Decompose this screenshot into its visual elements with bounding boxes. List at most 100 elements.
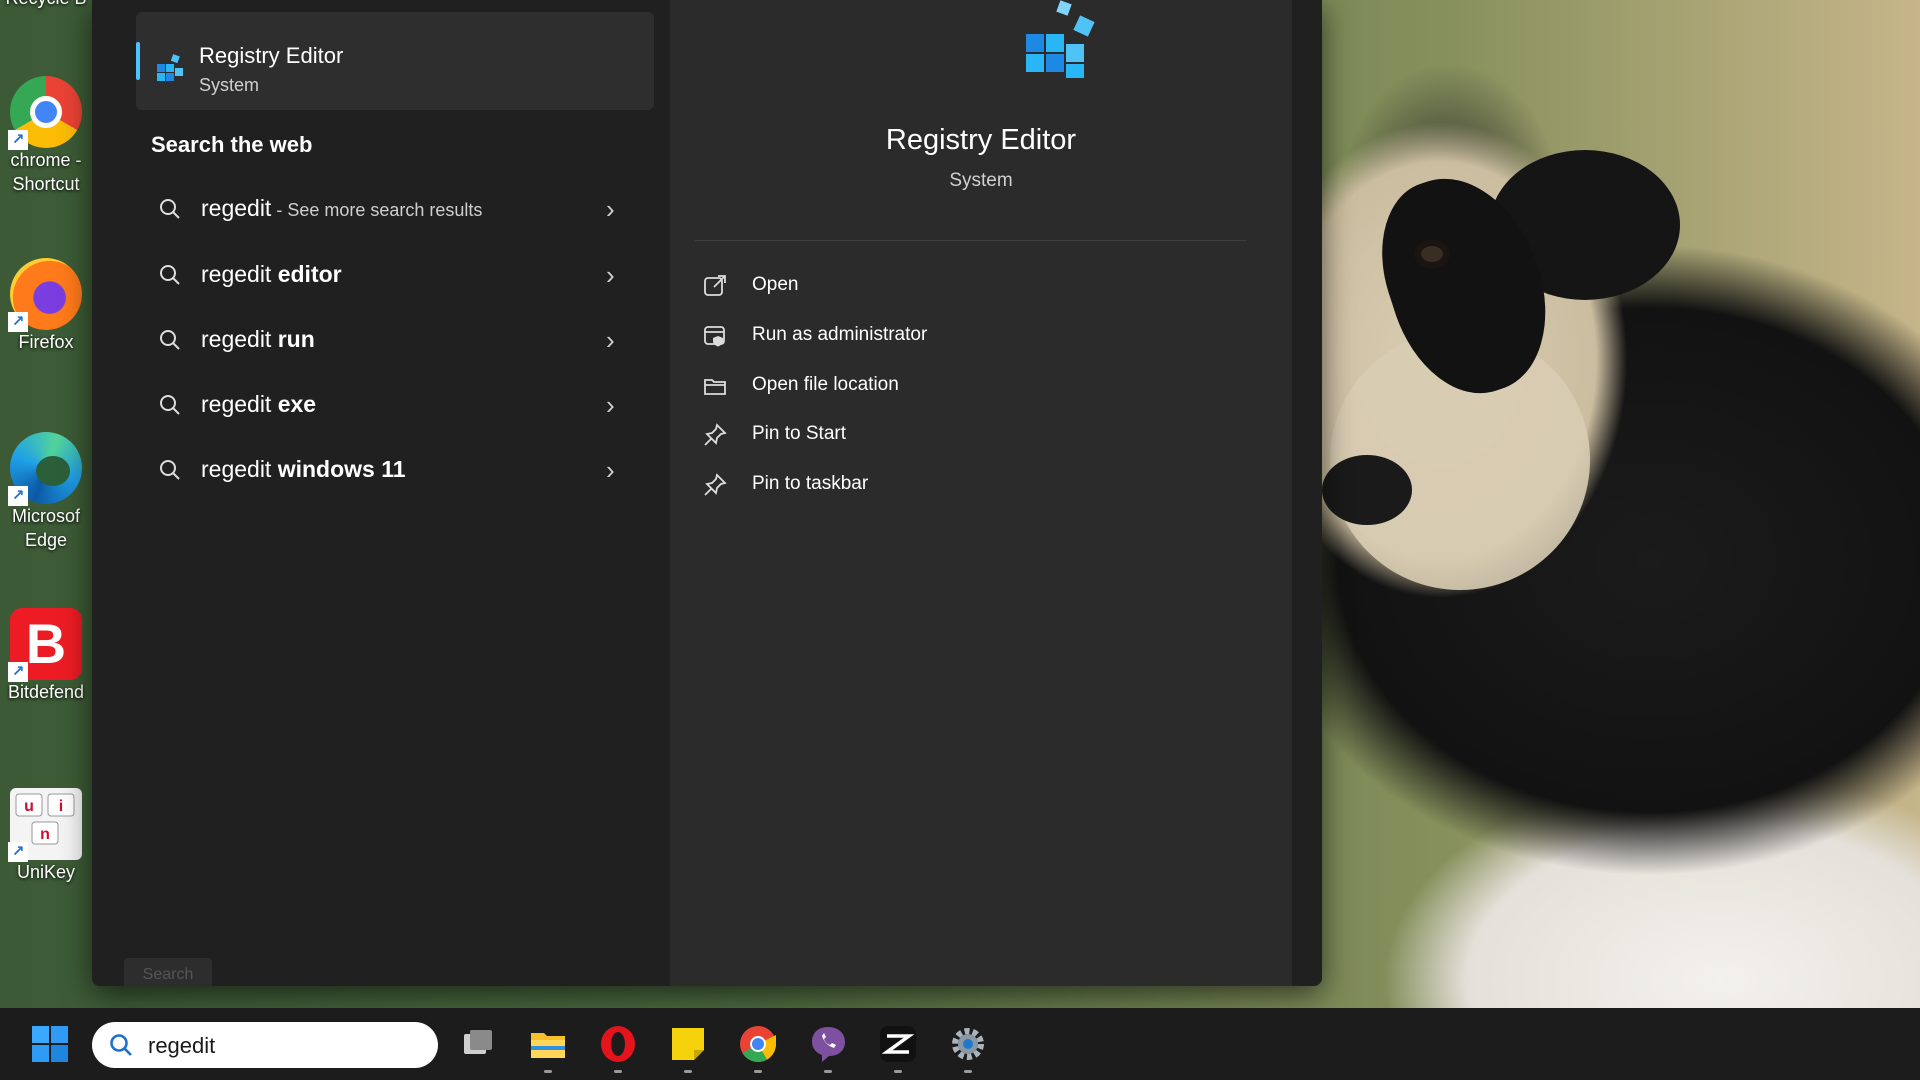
action-pin-to-start[interactable]: Pin to Start: [702, 412, 1222, 456]
shortcut-arrow-icon: ↗: [8, 842, 28, 862]
desktop-icon-label: Bitdefend: [7, 682, 85, 702]
web-result-query: regedit: [201, 391, 278, 417]
running-indicator: [544, 1070, 552, 1073]
web-result-bold: run: [277, 326, 315, 352]
web-result-bold: editor: [277, 261, 342, 287]
web-result-text: regedit editor: [201, 261, 342, 288]
search-icon: [160, 330, 180, 350]
shortcut-arrow-icon: ↗: [8, 130, 28, 150]
taskbar-sticky-notes[interactable]: [668, 1024, 708, 1073]
desktop-icon-firefox[interactable]: ↗ Firefox: [2, 258, 90, 354]
shortcut-arrow-icon: ↗: [8, 486, 28, 506]
app-detail-title: Registry Editor: [885, 124, 1077, 156]
web-result-bold: exe: [277, 391, 317, 417]
web-result-text: regedit exe: [201, 391, 316, 418]
wallpaper-panda-eye: [1415, 240, 1449, 268]
windows-logo-icon: [32, 1026, 68, 1062]
desktop-icon-label: Recycle B: [2, 0, 90, 10]
start-button[interactable]: [30, 1024, 70, 1064]
viber-icon: [812, 1027, 845, 1062]
action-label: Open file location: [752, 374, 899, 395]
desktop-icon-label: UniKey: [16, 862, 76, 882]
shield-admin-icon: [704, 326, 725, 347]
svg-text:i: i: [59, 798, 63, 815]
best-match-title: Registry Editor: [199, 43, 344, 68]
chevron-right-icon: ›: [606, 260, 615, 290]
svg-text:n: n: [40, 826, 50, 843]
running-indicator: [684, 1070, 692, 1073]
taskbar-capcut[interactable]: [878, 1024, 918, 1073]
firefox-icon: ↗: [8, 258, 82, 332]
search-results-pane: Registry Editor System Search the web re…: [92, 0, 670, 986]
folder-icon: [704, 379, 726, 395]
desktop-icon-unikey[interactable]: u i n ↗ UniKey: [2, 788, 90, 884]
gear-icon: [952, 1028, 984, 1060]
running-indicator: [754, 1070, 762, 1073]
action-label: Pin to taskbar: [752, 473, 869, 494]
best-match-result[interactable]: Registry Editor System: [136, 12, 654, 110]
web-result-item[interactable]: regedit run ›: [136, 310, 670, 370]
taskbar-task-view[interactable]: [458, 1024, 498, 1064]
search-input[interactable]: [146, 1030, 420, 1062]
desktop-icon-label: Firefox: [18, 332, 74, 352]
web-result-query: regedit: [201, 195, 272, 221]
web-result-item[interactable]: regedit editor ›: [136, 245, 670, 305]
web-result-item[interactable]: regedit windows 11 ›: [136, 440, 670, 500]
chevron-right-icon: ›: [606, 390, 615, 420]
registry-editor-icon: [157, 54, 183, 81]
desktop-icon-label: Microsof: [11, 506, 80, 526]
desktop-icon-recycle-bin[interactable]: Recycle B: [2, 0, 90, 10]
action-label: Pin to Start: [752, 423, 846, 444]
desktop-icon-edge[interactable]: ↗ Microsof Edge: [2, 432, 90, 552]
taskbar-settings[interactable]: [948, 1024, 988, 1073]
desktop-icon-chrome[interactable]: ↗ chrome - Shortcut: [2, 76, 90, 196]
taskbar-opera[interactable]: [598, 1024, 638, 1073]
web-result-query: regedit: [201, 261, 278, 287]
best-match-subtitle: System: [199, 75, 260, 95]
open-external-icon: [704, 275, 726, 296]
app-detail-subtitle: System: [949, 170, 1013, 191]
taskbar-viber[interactable]: [808, 1024, 848, 1073]
selection-accent: [136, 42, 140, 80]
chevron-right-icon: ›: [606, 455, 615, 485]
action-label: Open: [752, 274, 799, 295]
action-open[interactable]: Open: [702, 263, 1222, 307]
sticky-notes-icon: [672, 1028, 704, 1060]
search-icon: [160, 199, 180, 219]
search-icon: [160, 395, 180, 415]
chrome-icon: ↗: [8, 76, 82, 150]
web-result-item[interactable]: regedit exe ›: [136, 375, 670, 435]
capcut-icon: [880, 1026, 916, 1062]
unikey-icon: u i n ↗: [8, 788, 82, 862]
web-result-item[interactable]: regedit - See more search results ›: [136, 179, 670, 239]
taskbar-chrome[interactable]: [738, 1024, 778, 1073]
action-run-as-admin[interactable]: Run as administrator: [702, 313, 1222, 357]
web-result-text: regedit - See more search results: [201, 195, 482, 222]
chevron-right-icon: ›: [606, 194, 615, 224]
chrome-icon: [740, 1026, 776, 1063]
search-ghost-button[interactable]: Search: [124, 958, 212, 986]
pin-icon: [704, 423, 727, 446]
desktop-icon-label-line2: Edge: [24, 530, 68, 550]
shortcut-arrow-icon: ↗: [8, 662, 28, 682]
registry-editor-large-icon: [1026, 0, 1095, 78]
web-result-extra: - See more search results: [271, 200, 483, 220]
taskbar-search-box[interactable]: [92, 1022, 438, 1068]
pin-icon: [704, 473, 727, 496]
action-open-file-location[interactable]: Open file location: [702, 363, 1222, 407]
web-section-title: Search the web: [151, 132, 313, 157]
running-indicator: [894, 1070, 902, 1073]
web-result-query: regedit: [201, 326, 278, 352]
svg-text:u: u: [24, 798, 34, 815]
search-icon: [160, 265, 180, 285]
desktop-icon-bitdefender[interactable]: B ↗ Bitdefend: [2, 608, 90, 704]
running-indicator: [964, 1070, 972, 1073]
action-label: Run as administrator: [752, 324, 928, 345]
opera-icon: [601, 1026, 635, 1062]
shortcut-arrow-icon: ↗: [8, 312, 28, 332]
taskbar-file-explorer[interactable]: [528, 1024, 568, 1073]
desktop-icon-label-line2: Shortcut: [12, 174, 80, 194]
search-icon: [110, 1034, 132, 1056]
detail-divider: [695, 240, 1247, 241]
action-pin-to-taskbar[interactable]: Pin to taskbar: [702, 462, 1222, 506]
